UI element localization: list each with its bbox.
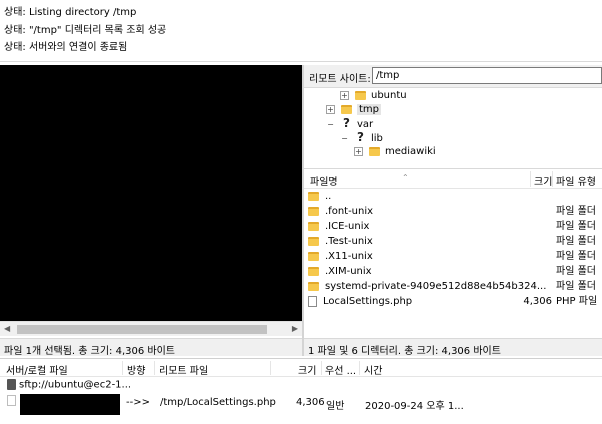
- file-type: 파일 폴더: [556, 251, 596, 262]
- queue-column-server-local[interactable]: 서버/로컬 파일: [6, 362, 68, 377]
- scroll-left-icon[interactable]: ◀: [4, 324, 10, 333]
- queue-column-time[interactable]: 시간: [364, 362, 382, 377]
- remote-directory-tree: + ubuntu + tmp −? var −? lib + mediawiki: [304, 87, 602, 166]
- tree-node-label: lib: [371, 133, 383, 144]
- folder-icon: [308, 281, 319, 291]
- queue-column-direction[interactable]: 방향: [127, 362, 145, 377]
- redacted-local-path: [20, 394, 120, 415]
- file-type: 파일 폴더: [556, 221, 596, 232]
- queue-size: 4,306: [296, 397, 325, 408]
- column-header-size[interactable]: 크기: [534, 173, 552, 188]
- file-row[interactable]: ..: [304, 189, 602, 204]
- file-list-header: 파일명 ⌃ 크기 파일 유형: [304, 169, 602, 189]
- file-row[interactable]: .font-unix 파일 폴더: [304, 204, 602, 219]
- remote-status-text: 1 파일 및 6 디렉터리. 총 크기: 4,306 바이트: [308, 346, 501, 357]
- expand-icon[interactable]: +: [340, 90, 349, 100]
- file-name: ..: [325, 191, 332, 202]
- queue-time: 2020-09-24 오후 1...: [365, 401, 464, 412]
- file-row[interactable]: .Test-unix 파일 폴더: [304, 234, 602, 249]
- local-status-bar: 파일 1개 선택됨. 총 크기: 4,306 바이트: [0, 338, 302, 357]
- status-line: 상태: "/tmp" 디렉터리 목록 조회 성공: [4, 25, 167, 36]
- horizontal-scrollbar[interactable]: ◀ ▶: [0, 321, 302, 336]
- tree-node-lib[interactable]: −? lib: [340, 130, 383, 145]
- queue-direction: -->>: [126, 397, 150, 408]
- folder-icon: [308, 221, 319, 231]
- file-row[interactable]: .ICE-unix 파일 폴더: [304, 219, 602, 234]
- transfer-queue: 서버/로컬 파일 방향 리모트 파일 크기 우선 ... 시간 sftp://u…: [0, 358, 602, 424]
- folder-icon: [308, 236, 319, 246]
- tree-node-var[interactable]: −? var: [326, 116, 373, 131]
- queue-column-priority[interactable]: 우선 ...: [325, 362, 356, 377]
- sort-ascending-icon: ⌃: [402, 173, 409, 182]
- file-name: .Test-unix: [325, 236, 373, 247]
- tree-node-tmp[interactable]: + tmp: [326, 102, 382, 117]
- question-icon: ?: [357, 130, 364, 144]
- file-row[interactable]: .XIM-unix 파일 폴더: [304, 264, 602, 279]
- folder-icon: [308, 266, 319, 276]
- status-line: 상태: 서버와의 연결이 종료됨: [4, 42, 128, 53]
- remote-status-bar: 1 파일 및 6 디렉터리. 총 크기: 4,306 바이트: [304, 338, 602, 357]
- folder-icon: [355, 90, 366, 100]
- local-status-text: 파일 1개 선택됨. 총 크기: 4,306 바이트: [4, 346, 176, 357]
- question-icon: ?: [343, 116, 350, 130]
- scroll-right-icon[interactable]: ▶: [292, 324, 298, 333]
- remote-path-input[interactable]: /tmp: [372, 67, 602, 84]
- expand-icon[interactable]: +: [354, 146, 363, 156]
- queue-header: 서버/로컬 파일 방향 리모트 파일 크기 우선 ... 시간: [0, 359, 602, 377]
- file-type: 파일 폴더: [556, 266, 596, 277]
- folder-icon: [308, 206, 319, 216]
- file-type: 파일 폴더: [556, 236, 596, 247]
- remote-site-label: 리모트 사이트:: [309, 74, 371, 85]
- folder-icon: [369, 146, 380, 156]
- file-name: systemd-private-9409e512d88e4b54b324...: [325, 281, 547, 292]
- queue-server-text: sftp://ubuntu@ec2-1...: [19, 379, 132, 391]
- folder-icon: [308, 191, 319, 201]
- file-name: .ICE-unix: [325, 221, 370, 232]
- collapse-icon[interactable]: −: [340, 131, 349, 146]
- file-name: .X11-unix: [325, 251, 373, 262]
- column-header-name[interactable]: 파일명: [310, 173, 338, 188]
- server-icon: [7, 379, 16, 390]
- status-line: 상태: Listing directory /tmp: [4, 7, 137, 18]
- message-log: 상태: Listing directory /tmp 상태: "/tmp" 디렉…: [0, 0, 602, 62]
- file-name: LocalSettings.php: [323, 296, 413, 307]
- folder-icon: [308, 251, 319, 261]
- tree-node-label: var: [357, 119, 374, 130]
- collapse-icon[interactable]: −: [326, 117, 335, 132]
- file-type: PHP 파일: [556, 296, 598, 307]
- file-name: .XIM-unix: [325, 266, 372, 277]
- folder-icon: [341, 104, 352, 114]
- tree-node-ubuntu[interactable]: + ubuntu: [340, 88, 407, 103]
- file-icon: [308, 295, 317, 307]
- queue-column-remote-file[interactable]: 리모트 파일: [159, 362, 208, 377]
- remote-file-list: 파일명 ⌃ 크기 파일 유형 .. .font-unix 파일 폴더 .ICE-…: [304, 168, 602, 338]
- queue-server-row[interactable]: sftp://ubuntu@ec2-1...: [7, 379, 131, 391]
- file-row[interactable]: systemd-private-9409e512d88e4b54b324... …: [304, 279, 602, 294]
- scrollbar-thumb[interactable]: [17, 325, 267, 334]
- queue-column-size[interactable]: 크기: [298, 362, 316, 377]
- local-file-pane[interactable]: [0, 65, 302, 321]
- tree-node-mediawiki[interactable]: + mediawiki: [354, 144, 436, 159]
- file-name: .font-unix: [325, 206, 374, 217]
- queue-priority: 일반: [326, 401, 345, 412]
- file-type: 파일 폴더: [556, 281, 596, 292]
- tree-node-label: mediawiki: [385, 146, 436, 157]
- expand-icon[interactable]: +: [326, 104, 335, 114]
- file-icon: [7, 395, 16, 406]
- file-row[interactable]: LocalSettings.php 4,306 PHP 파일: [304, 294, 602, 309]
- tree-node-label: ubuntu: [371, 90, 407, 101]
- remote-site-bar: 리모트 사이트: /tmp: [304, 65, 602, 87]
- file-row[interactable]: .X11-unix 파일 폴더: [304, 249, 602, 264]
- tree-node-label: tmp: [357, 104, 382, 115]
- queue-remote-file[interactable]: /tmp/LocalSettings.php: [160, 397, 276, 408]
- column-header-type[interactable]: 파일 유형: [556, 173, 596, 188]
- file-size: 4,306: [523, 296, 552, 307]
- file-type: 파일 폴더: [556, 206, 596, 217]
